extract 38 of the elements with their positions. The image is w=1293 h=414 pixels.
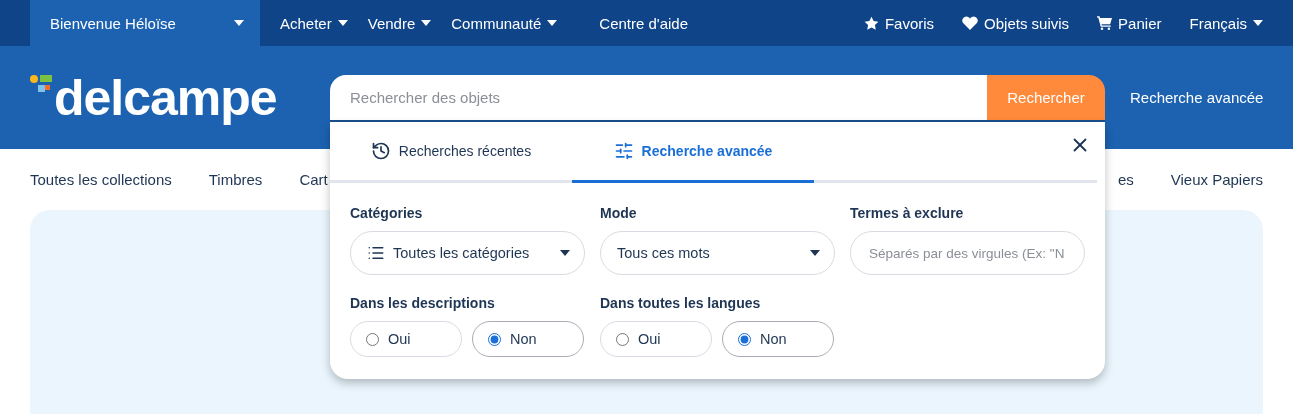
star-icon <box>863 15 879 31</box>
category-link[interactable]: es <box>1117 171 1134 188</box>
search-field[interactable]: Rechercher des objets <box>330 75 987 122</box>
nav-menu[interactable]: Communauté <box>441 0 568 46</box>
field-label: Catégories <box>350 205 424 221</box>
field-label: Dans toutes les langues <box>600 295 762 311</box>
cart-icon <box>1097 16 1113 30</box>
field-label: Dans les descriptions <box>350 295 496 311</box>
radio-icon[interactable] <box>738 332 751 346</box>
radio-icon[interactable] <box>366 332 379 346</box>
panel-tab[interactable]: Recherches récentes <box>330 122 572 183</box>
field-label: Mode <box>600 205 638 221</box>
caret-icon <box>234 20 244 26</box>
advanced-search-link[interactable]: Recherche avancée <box>1130 89 1264 106</box>
radio-icon[interactable] <box>488 332 501 346</box>
category-link[interactable]: Toutes les collections <box>30 171 172 188</box>
nav-menu[interactable]: Acheter <box>270 0 358 46</box>
account-menu[interactable]: Bienvenue Héloïse <box>30 0 260 46</box>
heart-icon <box>962 16 979 30</box>
field-label: Termes à exclure <box>850 205 965 221</box>
category-link[interactable]: Vieux Papiers <box>1170 171 1263 188</box>
language-menu[interactable]: Français <box>1179 0 1273 46</box>
nav-menu[interactable]: Vendre <box>357 0 442 46</box>
header-link[interactable]: Favoris <box>853 0 945 46</box>
category-link[interactable]: Cart <box>299 171 328 188</box>
radio-icon[interactable] <box>616 332 629 346</box>
caret-icon <box>1253 20 1263 26</box>
logo[interactable]: delcampe <box>30 72 277 123</box>
header-link[interactable]: Panier <box>1087 0 1172 46</box>
category-link[interactable]: Timbres <box>208 171 263 188</box>
sliders-icon <box>613 141 634 161</box>
panel-tab[interactable]: Recherche avancée <box>572 122 814 183</box>
input-field[interactable]: Séparés par des virgules (Ex: "N <box>850 231 1085 275</box>
history-icon <box>370 141 391 161</box>
caret-icon <box>560 250 570 256</box>
caret-icon <box>810 250 820 256</box>
nav-menu[interactable]: Centre d'aide <box>589 0 699 46</box>
header-link[interactable]: Objets suivis <box>952 0 1080 46</box>
